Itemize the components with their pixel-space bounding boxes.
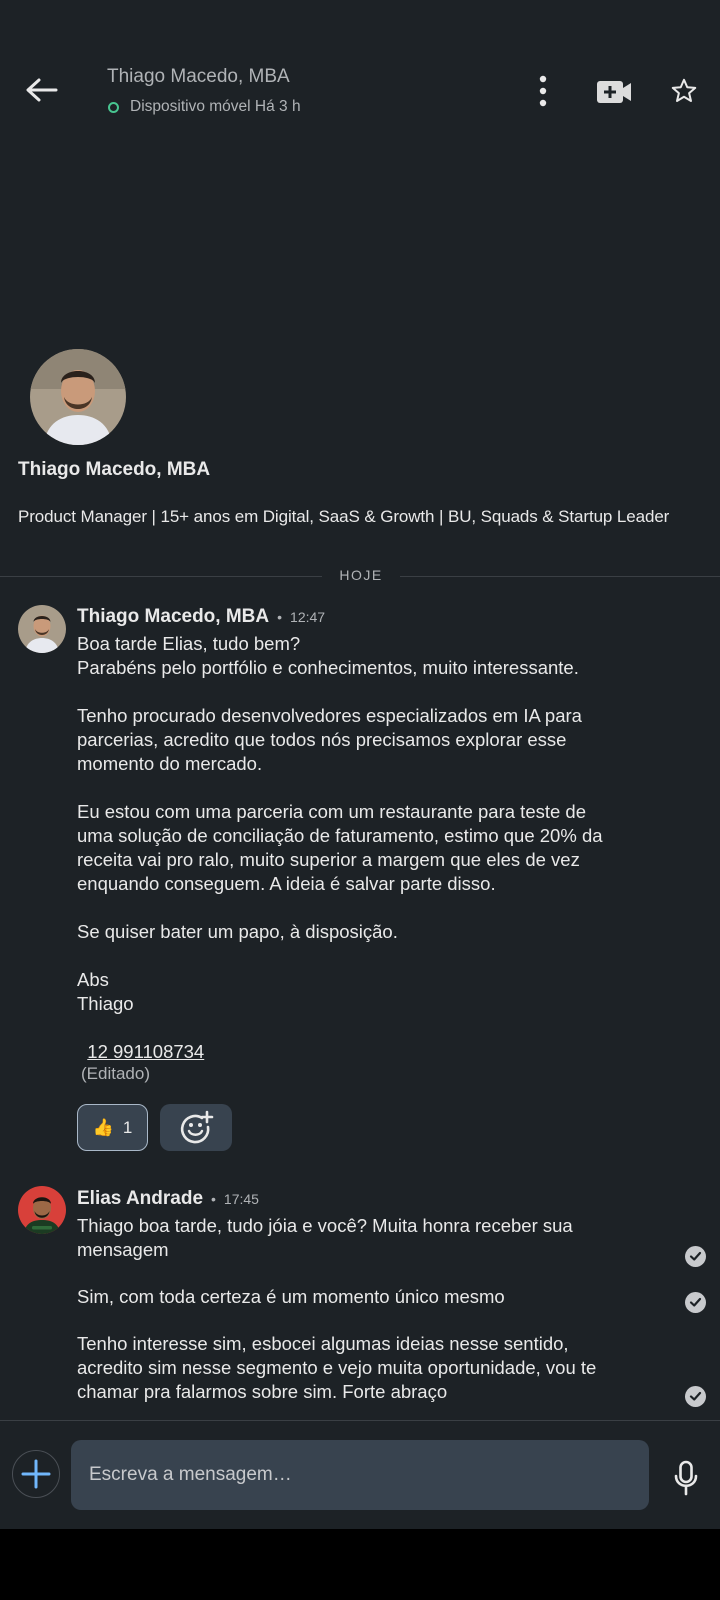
conversation-header: Thiago Macedo, MBA Dispositivo móvel Há … (0, 0, 720, 140)
message-time: 17:45 (223, 1191, 259, 1207)
message-header: Thiago Macedo, MBA • 12:47 (77, 606, 325, 628)
presence-status: Dispositivo móvel Há 3 h (107, 98, 301, 116)
online-status-icon (108, 101, 119, 113)
message-input[interactable] (71, 1440, 649, 1510)
conversation-title[interactable]: Thiago Macedo, MBA (107, 66, 290, 88)
message-body: Tenho interesse sim, esbocei algumas ide… (77, 1333, 597, 1402)
message-sender[interactable]: Elias Andrade (77, 1188, 203, 1210)
video-call-icon[interactable] (595, 74, 635, 110)
read-receipt-icon (685, 1386, 706, 1407)
profile-avatar[interactable] (30, 349, 126, 445)
message-body: Thiago boa tarde, tudo jóia e você? Muit… (77, 1215, 573, 1260)
add-reaction-button[interactable] (160, 1104, 232, 1151)
star-icon[interactable] (669, 76, 699, 106)
sender-avatar[interactable] (18, 1186, 66, 1234)
sender-avatar[interactable] (18, 605, 66, 653)
plus-icon (21, 1459, 51, 1489)
composer-divider (0, 1420, 720, 1421)
message-body: Boa tarde Elias, tudo bem? Parabéns pelo… (77, 633, 603, 1014)
read-receipt-icon (685, 1246, 706, 1267)
message-sender[interactable]: Thiago Macedo, MBA (77, 606, 269, 628)
phone-number-link[interactable]: 12 991108734 (87, 1041, 204, 1062)
profile-headline: Product Manager | 15+ anos em Digital, S… (18, 507, 670, 526)
attach-plus-button[interactable] (12, 1450, 60, 1498)
separator-dot: • (277, 609, 283, 625)
thumbs-up-icon: 👍 (92, 1117, 114, 1137)
read-receipt-icon (685, 1292, 706, 1313)
edited-label: (Editado) (81, 1064, 150, 1083)
presence-status-text: Dispositivo móvel Há 3 h (130, 98, 301, 115)
message-body: Sim, com toda certeza é um momento único… (77, 1286, 505, 1307)
more-options-icon[interactable] (528, 74, 558, 110)
microphone-icon[interactable] (671, 1459, 701, 1497)
system-navigation-bar (0, 1529, 720, 1600)
back-arrow-icon[interactable] (22, 72, 62, 112)
reaction-like-button[interactable]: 👍 1 (77, 1104, 148, 1151)
separator-dot: • (211, 1191, 216, 1207)
profile-name[interactable]: Thiago Macedo, MBA (18, 459, 210, 481)
reaction-count: 1 (122, 1117, 133, 1137)
date-divider-line (400, 576, 720, 577)
message-phone-container: 12 991108734 (77, 1016, 204, 1064)
add-emoji-icon (180, 1110, 214, 1143)
message-time: 12:47 (290, 609, 326, 625)
message-header: Elias Andrade • 17:45 (77, 1188, 259, 1210)
date-divider-label: HOJE (339, 567, 383, 583)
date-divider-line (0, 576, 322, 577)
